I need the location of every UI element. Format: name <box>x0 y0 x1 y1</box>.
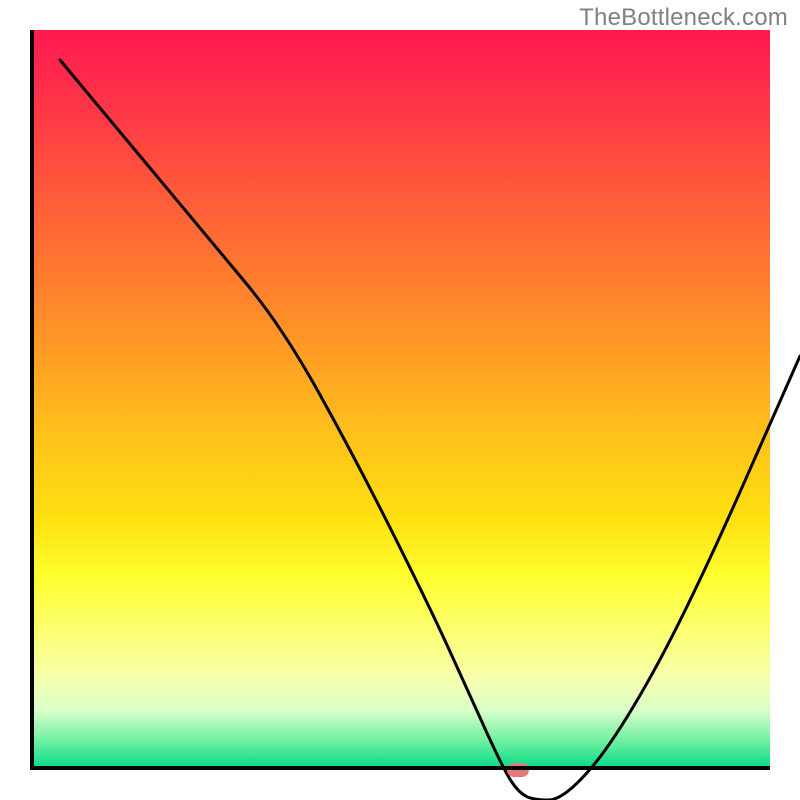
y-axis <box>30 30 34 770</box>
bottleneck-curve <box>60 60 800 800</box>
plot-area <box>30 30 770 770</box>
chart-frame: TheBottleneck.com <box>0 0 800 800</box>
x-axis <box>30 766 770 770</box>
watermark-text: TheBottleneck.com <box>579 4 788 32</box>
